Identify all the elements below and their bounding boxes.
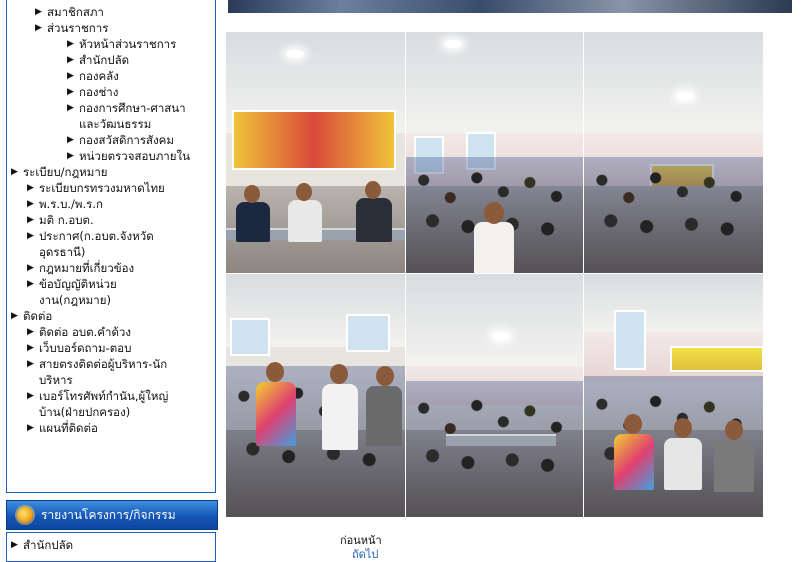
- sidebar-item[interactable]: ▶ กองการศึกษา-ศาสนา: [7, 100, 215, 116]
- sidebar-item[interactable]: ▶ กองสวัสดิการสังคม: [7, 132, 215, 148]
- bullet-arrow-icon: ▶: [27, 215, 34, 225]
- sidebar-item-label: บ้าน(ฝ่ายปกครอง): [39, 405, 131, 419]
- gallery-photo-2[interactable]: [406, 32, 584, 274]
- bullet-arrow-icon: ▶: [27, 263, 34, 273]
- prev-link[interactable]: ก่อนหน้า: [340, 534, 382, 548]
- sidebar-item-label: ระเบียบกรทรวงมหาดไทย: [39, 181, 165, 195]
- bullet-arrow-icon: ▶: [27, 327, 34, 337]
- sidebar-item-label: มติ ก.อบต.: [39, 213, 94, 227]
- sidebar-item[interactable]: ▶ สายตรงติดต่อผู้บริหาร-นัก: [7, 356, 215, 372]
- bullet-arrow-icon: ▶: [67, 87, 74, 97]
- sidebar-item-label: ระเบียบ/กฎหมาย: [23, 165, 108, 179]
- sidebar-item[interactable]: ▶ ติดต่อ อบต.คำด้วง: [7, 324, 215, 340]
- sidebar-item-continuation[interactable]: บริหาร: [7, 372, 215, 388]
- header-image-strip: [228, 0, 792, 13]
- sidebar-item[interactable]: ▶ เว็บบอร์ดถาม-ตอบ: [7, 340, 215, 356]
- sidebar-item-continuation[interactable]: งาน(กฎหมาย): [7, 292, 215, 308]
- sidebar-item[interactable]: ▶ มติ ก.อบต.: [7, 212, 215, 228]
- project-report-banner[interactable]: รายงานโครงการ/กิจกรรม: [6, 500, 218, 530]
- sidebar-submenu: ▶ สำนักปลัด: [6, 532, 216, 562]
- sidebar-item[interactable]: ▶ กฎหมายที่เกี่ยวข้อง: [7, 260, 215, 276]
- sidebar-item[interactable]: ▶ ประกาศ(ก.อบต.จังหวัด: [7, 228, 215, 244]
- gallery-photo-4[interactable]: [226, 274, 406, 518]
- sidebar-item-label: หน่วยตรวจสอบภายใน: [79, 149, 190, 163]
- sidebar-item-label: ประกาศ(ก.อบต.จังหวัด: [39, 229, 154, 243]
- sidebar-item[interactable]: ▶ หน่วยตรวจสอบภายใน: [7, 148, 215, 164]
- photo-gallery: [226, 32, 764, 518]
- sidebar-item[interactable]: ▶ แผนที่ติดต่อ: [7, 420, 215, 436]
- bullet-arrow-icon: ▶: [67, 71, 74, 81]
- bullet-arrow-icon: ▶: [67, 39, 74, 49]
- bullet-arrow-icon: ▶: [67, 55, 74, 65]
- sidebar-item-continuation[interactable]: บ้าน(ฝ่ายปกครอง): [7, 404, 215, 420]
- bullet-arrow-icon: ▶: [67, 151, 74, 161]
- sidebar-item-office[interactable]: ▶ สำนักปลัด: [7, 537, 215, 553]
- sidebar-item[interactable]: ▶ ระเบียบ/กฎหมาย: [7, 164, 215, 180]
- bullet-arrow-icon: ▶: [11, 311, 18, 321]
- bullet-arrow-icon: ▶: [35, 7, 42, 17]
- gallery-photo-1[interactable]: [226, 32, 406, 274]
- bullet-arrow-icon: ▶: [27, 199, 34, 209]
- sidebar-item-label: สำนักปลัด: [79, 53, 130, 67]
- sidebar-item[interactable]: ▶ พ.ร.บ./พ.ร.ก: [7, 196, 215, 212]
- bullet-arrow-icon: ▶: [27, 279, 34, 289]
- sidebar-item-label: หัวหน้าส่วนราชการ: [79, 37, 177, 51]
- gallery-photo-6[interactable]: [584, 274, 764, 518]
- bullet-arrow-icon: ▶: [27, 423, 34, 433]
- sidebar-item-label: สายตรงติดต่อผู้บริหาร-นัก: [39, 357, 168, 371]
- sidebar-item-label: เว็บบอร์ดถาม-ตอบ: [39, 341, 132, 355]
- bullet-arrow-icon: ▶: [27, 231, 34, 241]
- bullet-arrow-icon: ▶: [27, 391, 34, 401]
- sidebar-item[interactable]: ▶ ส่วนราชการ: [7, 20, 215, 36]
- sidebar-item-label: ข้อบัญญัติหน่วย: [39, 277, 117, 291]
- sidebar-item[interactable]: ▶ เบอร์โทรศัพท์กำนัน,ผู้ใหญ่: [7, 388, 215, 404]
- bullet-arrow-icon: ▶: [27, 183, 34, 193]
- bullet-arrow-icon: ▶: [27, 359, 34, 369]
- next-link[interactable]: ถัดไป: [340, 548, 382, 562]
- sidebar-item[interactable]: ▶ กองคลัง: [7, 68, 215, 84]
- sidebar-item-label: งาน(กฎหมาย): [39, 293, 111, 307]
- sidebar-item[interactable]: ▶ ระเบียบกรทรวงมหาดไทย: [7, 180, 215, 196]
- sidebar-item-label: บริหาร: [39, 373, 73, 387]
- bullet-arrow-icon: ▶: [11, 167, 18, 177]
- sidebar-item-label: เบอร์โทรศัพท์กำนัน,ผู้ใหญ่: [39, 389, 169, 403]
- sidebar-item[interactable]: ▶ ติดต่อ: [7, 308, 215, 324]
- sidebar-item-label: กองการศึกษา-ศาสนา: [79, 101, 186, 115]
- sun-logo-icon: [17, 507, 33, 523]
- sidebar-item[interactable]: ▶ สำนักปลัด: [7, 52, 215, 68]
- sidebar-item[interactable]: ▶ ข้อบัญญัติหน่วย: [7, 276, 215, 292]
- sidebar-item-label: แผนที่ติดต่อ: [39, 421, 98, 435]
- sidebar-item-label: และวัฒนธรรม: [79, 117, 152, 131]
- sidebar-item[interactable]: ▶ หัวหน้าส่วนราชการ: [7, 36, 215, 52]
- sidebar-item-label: กองคลัง: [79, 69, 119, 83]
- sidebar-item[interactable]: ▶ สมาชิกสภา: [7, 4, 215, 20]
- sidebar-item-continuation[interactable]: และวัฒนธรรม: [7, 116, 215, 132]
- gallery-photo-5[interactable]: [406, 274, 584, 518]
- bullet-arrow-icon: ▶: [67, 103, 74, 113]
- sidebar-item[interactable]: ▶ กองช่าง: [7, 84, 215, 100]
- sidebar-item-label: กองสวัสดิการสังคม: [79, 133, 174, 147]
- bullet-arrow-icon: ▶: [35, 23, 42, 33]
- sidebar-item-label: สำนักปลัด: [23, 538, 74, 552]
- sidebar-item-label: อุดรธานี): [39, 245, 86, 259]
- sidebar-item-label: กฎหมายที่เกี่ยวข้อง: [39, 261, 135, 275]
- sidebar-item-label: พ.ร.บ./พ.ร.ก: [39, 197, 103, 211]
- banner-label: รายงานโครงการ/กิจกรรม: [41, 508, 176, 522]
- bullet-arrow-icon: ▶: [67, 135, 74, 145]
- bullet-arrow-icon: ▶: [11, 540, 18, 550]
- gallery-navigation: ก่อนหน้า ถัดไป: [340, 534, 382, 562]
- sidebar-item-label: ติดต่อ: [23, 309, 53, 323]
- sidebar-menu: ▶ สมาชิกสภา ▶ ส่วนราชการ ▶ หัวหน้าส่วนราชการ ▶…: [6, 0, 216, 493]
- sidebar-item-label: กองช่าง: [79, 85, 119, 99]
- bullet-arrow-icon: ▶: [27, 343, 34, 353]
- sidebar-item-label: ติดต่อ อบต.คำด้วง: [39, 325, 131, 339]
- gallery-photo-3[interactable]: [584, 32, 764, 274]
- sidebar-item-continuation[interactable]: อุดรธานี): [7, 244, 215, 260]
